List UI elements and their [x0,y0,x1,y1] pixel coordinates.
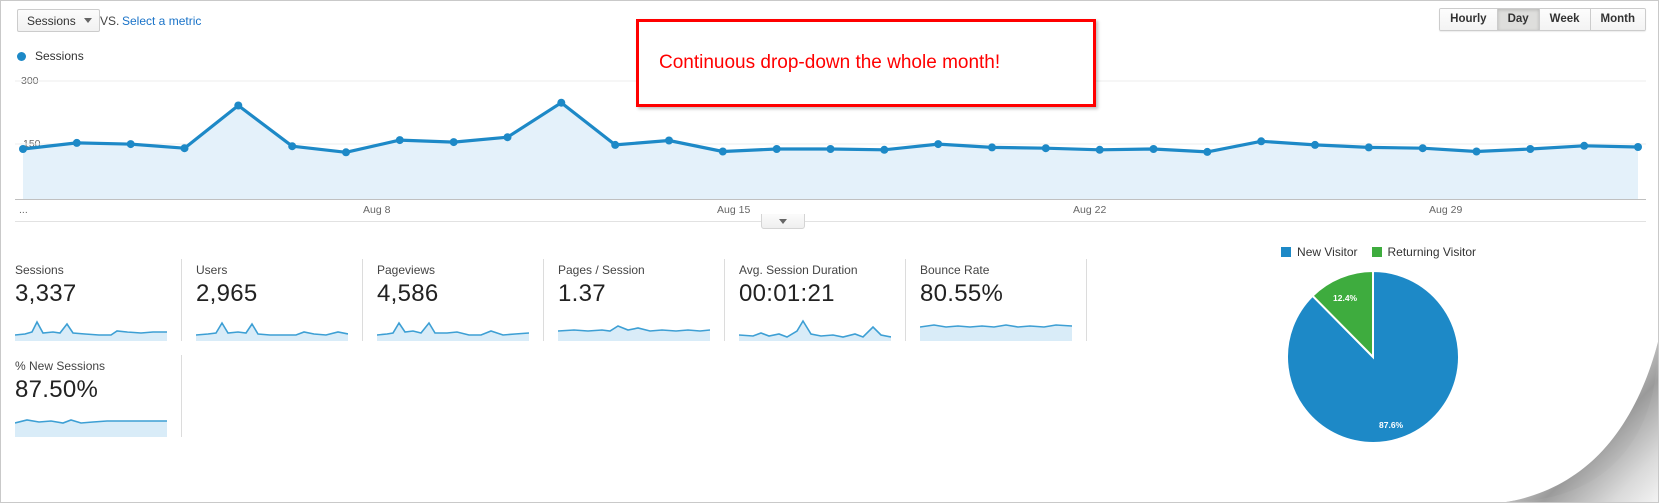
metric-card-title: Pageviews [377,263,436,277]
period-button-hourly[interactable]: Hourly [1440,9,1498,30]
sparkline [920,315,1072,341]
pie-legend-label: Returning Visitor [1387,245,1477,259]
period-button-week[interactable]: Week [1539,9,1591,30]
metric-card-title: % New Sessions [15,359,106,373]
metric-card-title: Users [196,263,228,277]
sparkline-svg [377,321,529,341]
sparkline [15,315,167,341]
metric-card-value: 4,586 [377,280,439,307]
metric-card-percent-new-sessions[interactable]: % New Sessions 87.50% [1,355,182,437]
sparkline-svg [558,325,710,341]
sparkline [377,315,529,341]
pie-legend-item-new-visitor[interactable]: New Visitor [1281,245,1358,259]
period-button-day[interactable]: Day [1497,9,1540,30]
metric-select[interactable]: Sessions [17,9,100,32]
sparkline-svg [15,320,167,341]
vs-label: VS. [100,14,120,28]
x-axis-line [15,199,1646,200]
series-legend[interactable]: Sessions [17,49,84,63]
pie-slice-label-returning: 12.4% [1333,293,1358,303]
sparkline-svg [739,319,891,341]
select-metric-link[interactable]: Select a metric [122,14,201,28]
legend-swatch-icon [1371,247,1382,257]
metric-card-value: 80.55% [920,280,1004,307]
sparkline [739,315,891,341]
series-dot-icon [17,51,26,61]
metric-card-value: 1.37 [558,280,606,307]
metric-card-pageviews[interactable]: Pageviews 4,586 [363,259,544,341]
metric-card-pages-per-session[interactable]: Pages / Session 1.37 [544,259,725,341]
series-legend-label: Sessions [35,49,84,63]
x-axis-tick-aug22: Aug 22 [1073,204,1107,216]
metric-card-value: 3,337 [15,280,77,307]
sparkline-svg [15,419,167,437]
annotation-callout: Continuous drop-down the whole month! [636,19,1096,107]
analytics-audience-overview: Sessions VS. Select a metric Hourly Day … [0,0,1659,503]
metric-card-title: Bounce Rate [920,263,990,277]
metric-card-bounce-rate[interactable]: Bounce Rate 80.55% [906,259,1087,341]
chart-divider [15,221,1646,222]
metric-select-label: Sessions [27,13,76,28]
chevron-down-icon [83,18,92,23]
pie-legend-item-returning-visitor[interactable]: Returning Visitor [1371,245,1477,259]
metric-card-value: 2,965 [196,280,258,307]
x-axis-tick-aug15: Aug 15 [717,204,751,216]
pie-slice-label-new: 87.6% [1379,420,1404,430]
period-switcher: Hourly Day Week Month [1439,8,1646,31]
sparkline [196,315,348,341]
metric-card-avg-session-duration[interactable]: Avg. Session Duration 00:01:21 [725,259,906,341]
chevron-down-icon [779,218,787,224]
page-curl-decoration [1506,342,1658,502]
visitor-type-pie-chart[interactable] [1285,269,1461,445]
metric-card-users[interactable]: Users 2,965 [182,259,363,341]
x-axis-tick-aug29: Aug 29 [1429,204,1463,216]
metric-card-sessions[interactable]: Sessions 3,337 [1,259,182,341]
pie-legend-label: New Visitor [1297,245,1358,259]
metric-card-value: 87.50% [15,376,99,403]
annotation-text: Continuous drop-down the whole month! [659,52,1001,73]
x-axis-tick-aug8: Aug 8 [363,204,391,216]
metric-card-value: 00:01:21 [739,280,835,307]
chart-expander-button[interactable] [761,214,805,229]
sparkline-svg [920,324,1072,341]
metric-card-title: Pages / Session [558,263,645,277]
x-axis-ticks: Aug 8 Aug 15 Aug 22 Aug 29 [1,204,1659,218]
sparkline-svg [196,321,348,341]
pie-legend: New Visitor Returning Visitor [1281,245,1476,259]
metric-card-title: Avg. Session Duration [739,263,858,277]
sparkline [558,315,710,341]
period-button-month[interactable]: Month [1590,9,1645,30]
metric-card-title: Sessions [15,263,64,277]
pie-chart-svg [1286,269,1460,444]
legend-swatch-icon [1281,247,1292,257]
sparkline [15,411,167,437]
